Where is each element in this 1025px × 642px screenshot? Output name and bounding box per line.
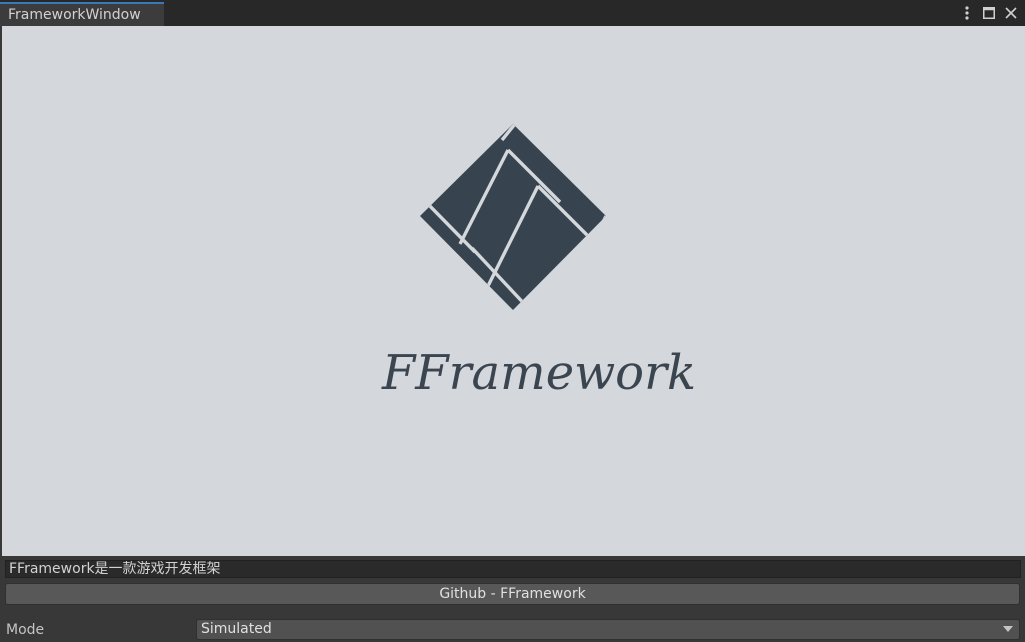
framework-window: FrameworkWindow FFramework FFramework是一款…	[0, 0, 1025, 642]
kebab-menu-icon[interactable]	[959, 4, 975, 22]
tab-bar: FrameworkWindow	[0, 0, 1025, 26]
dropdown-arrow-icon	[1003, 626, 1013, 632]
logo-wordmark: FFramework	[382, 345, 697, 401]
description-field[interactable]: FFramework是一款游戏开发框架	[5, 560, 1021, 578]
tab-title: FrameworkWindow	[8, 7, 141, 23]
maximize-icon[interactable]	[981, 4, 997, 22]
github-button[interactable]: Github - FFramework	[5, 583, 1020, 605]
mode-selected-value: Simulated	[201, 621, 272, 637]
mode-dropdown[interactable]: Simulated	[196, 619, 1020, 640]
github-button-label: Github - FFramework	[439, 586, 586, 602]
description-text: FFramework是一款游戏开发框架	[9, 561, 221, 577]
tab-framework-window[interactable]: FrameworkWindow	[0, 2, 164, 26]
close-icon[interactable]	[1003, 4, 1019, 22]
mode-label: Mode	[6, 622, 45, 638]
window-controls	[959, 4, 1019, 22]
logo-banner: FFramework	[2, 26, 1025, 556]
framework-diamond-logo-icon	[420, 124, 606, 310]
